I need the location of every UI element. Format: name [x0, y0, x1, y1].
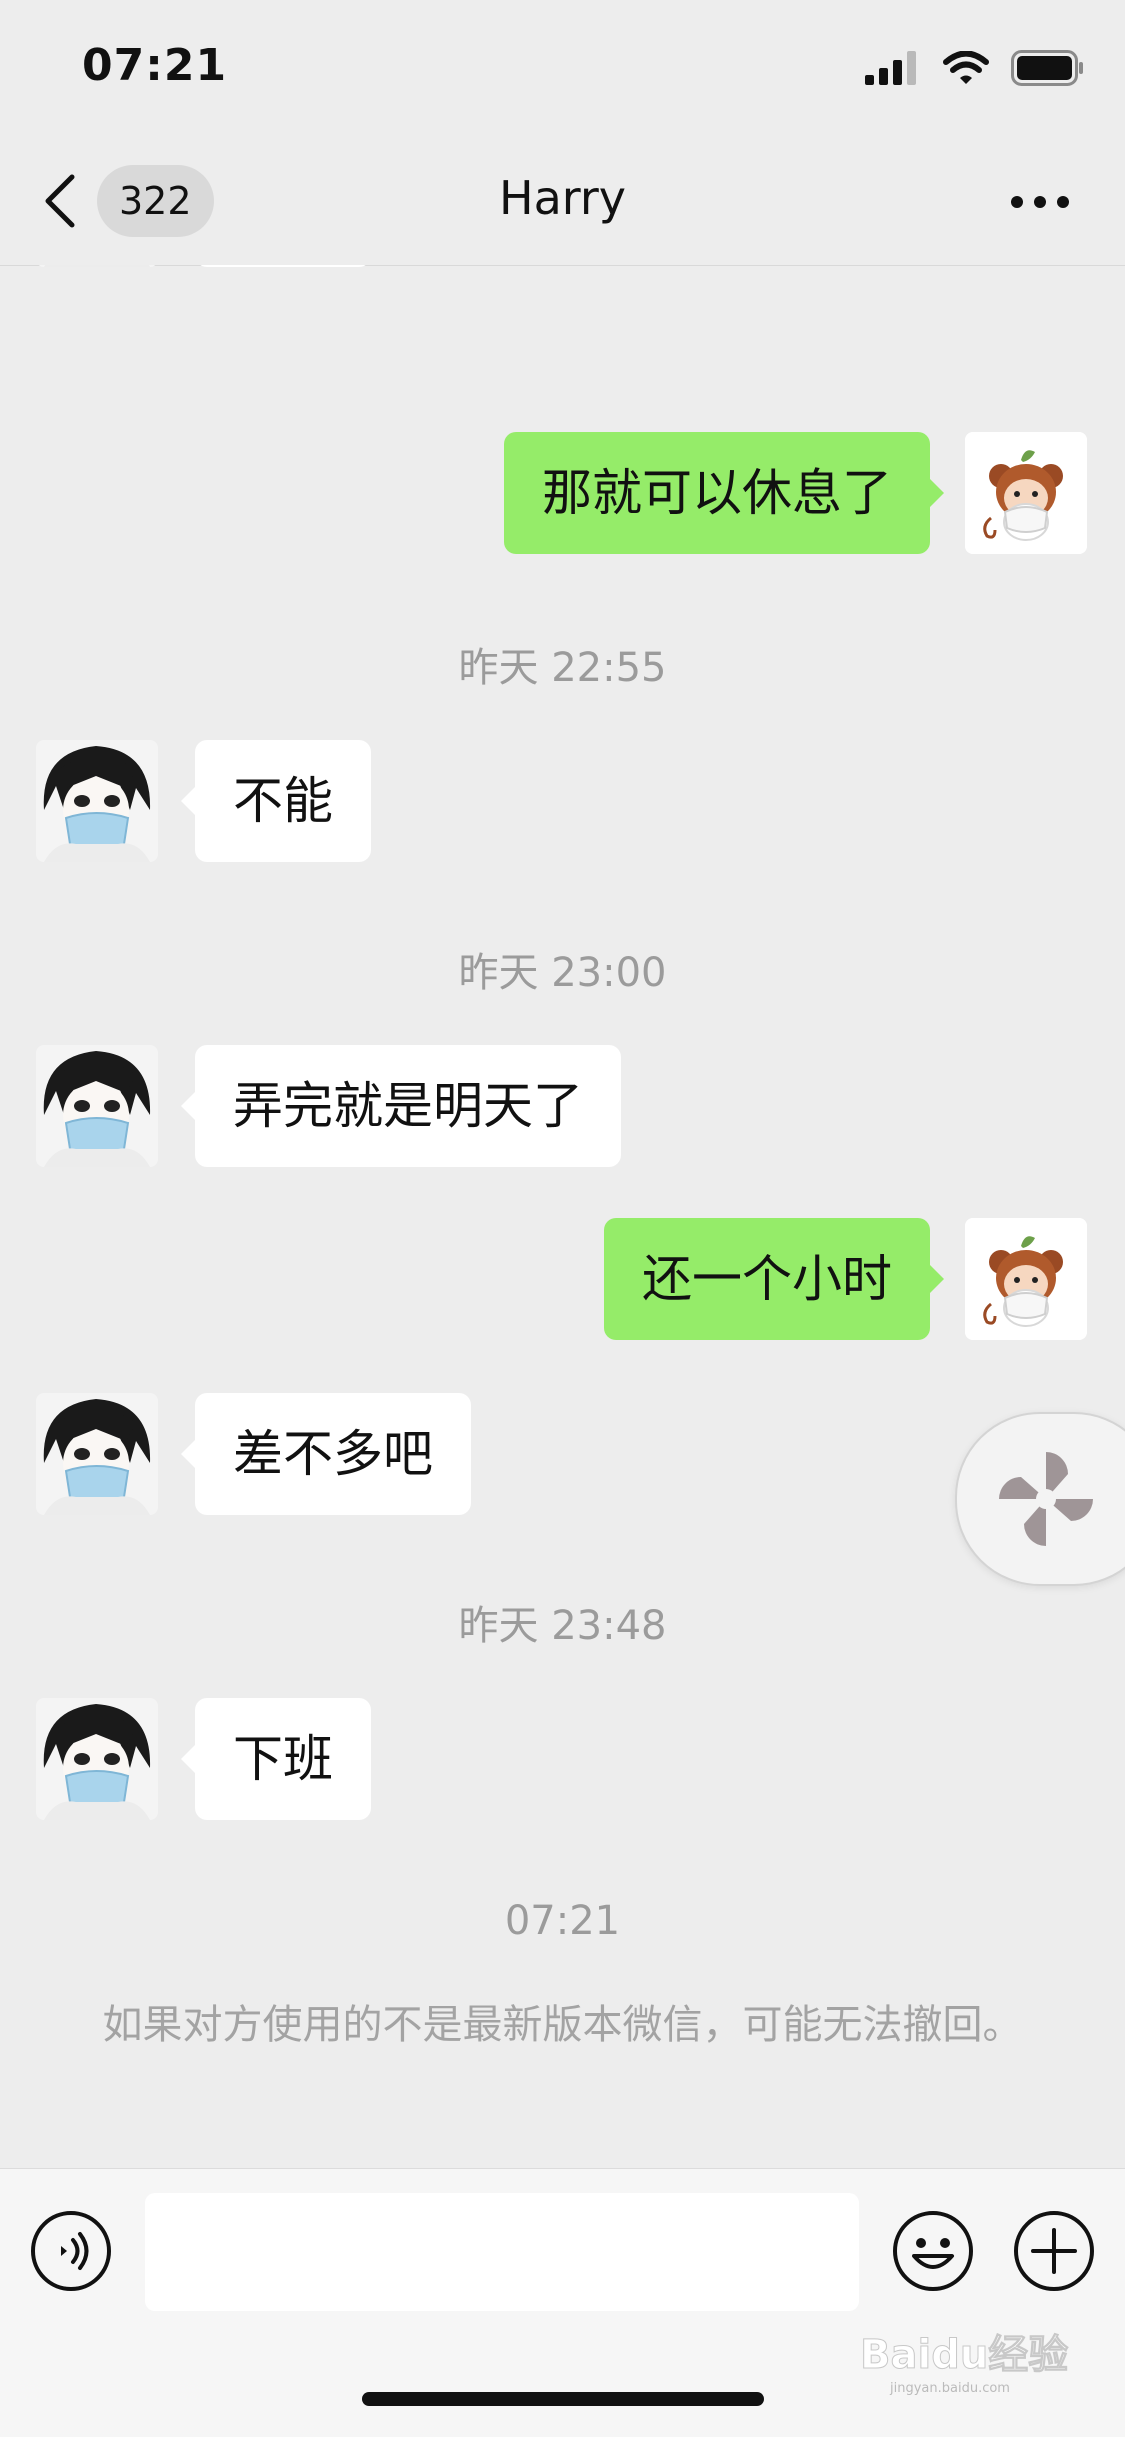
battery-icon	[1011, 50, 1083, 86]
message-bubble[interactable]: 今天	[195, 265, 371, 267]
status-bar: 07:21	[0, 0, 1125, 135]
watermark-url: jingyan.baidu.com	[889, 2381, 1010, 2396]
chat-header: 322 Harry	[0, 135, 1125, 266]
contact-avatar-image	[36, 740, 158, 862]
contact-avatar-image	[36, 1698, 158, 1820]
timestamp: 昨天 23:00	[458, 950, 667, 996]
watermark-brand: Baidu经验	[860, 2332, 1068, 2378]
message-bubble[interactable]: 下班	[181, 1698, 371, 1820]
emoji-icon[interactable]	[892, 2210, 974, 2292]
self-avatar-image	[965, 1218, 1087, 1340]
message-bubble[interactable]: 那就可以休息了	[504, 432, 944, 554]
plus-icon[interactable]	[1013, 2210, 1095, 2292]
contact-avatar-image	[36, 1045, 158, 1167]
avatar-self[interactable]	[965, 1218, 1087, 1340]
contact-avatar-image	[36, 265, 158, 267]
status-time: 07:21	[82, 40, 228, 91]
contact-avatar-image	[36, 1393, 158, 1515]
message-bubble[interactable]: 差不多吧	[181, 1393, 471, 1515]
avatar-contact[interactable]	[36, 1045, 158, 1167]
home-indicator[interactable]	[362, 2392, 764, 2406]
chat-title: Harry	[498, 171, 627, 225]
avatar-contact[interactable]	[36, 1698, 158, 1820]
avatar-contact[interactable]	[36, 1393, 158, 1515]
timestamp: 07:21	[504, 1898, 621, 1944]
avatar-contact[interactable]	[36, 740, 158, 862]
avatar-contact[interactable]	[36, 265, 158, 267]
more-dots-icon[interactable]	[1010, 195, 1070, 209]
message-bubble[interactable]: 还一个小时	[604, 1218, 944, 1340]
voice-icon[interactable]	[30, 2210, 112, 2292]
message-input[interactable]	[145, 2193, 859, 2311]
message-bubble[interactable]: 弄完就是明天了	[181, 1045, 621, 1167]
baidu-watermark: Baidu经验 jingyan.baidu.com	[860, 2332, 1069, 2397]
message-list[interactable]: 今天 那就可以休息了 昨天 22:55 不能 昨天 23:00 弄完就是明天了 …	[0, 265, 1125, 2165]
recall-notice: 如果对方使用的不是最新版本微信，可能无法撤回。	[102, 2002, 1023, 2048]
timestamp: 昨天 22:55	[458, 645, 667, 691]
timestamp: 昨天 23:48	[458, 1603, 667, 1649]
signal-icon	[865, 51, 916, 85]
self-avatar-image	[965, 432, 1087, 554]
wifi-icon	[943, 51, 989, 84]
status-icons	[865, 50, 1085, 86]
floating-window-icon	[999, 1452, 1093, 1546]
floating-window-button[interactable]	[955, 1412, 1125, 1586]
avatar-self[interactable]	[965, 432, 1087, 554]
message-bubble[interactable]: 不能	[181, 740, 371, 862]
